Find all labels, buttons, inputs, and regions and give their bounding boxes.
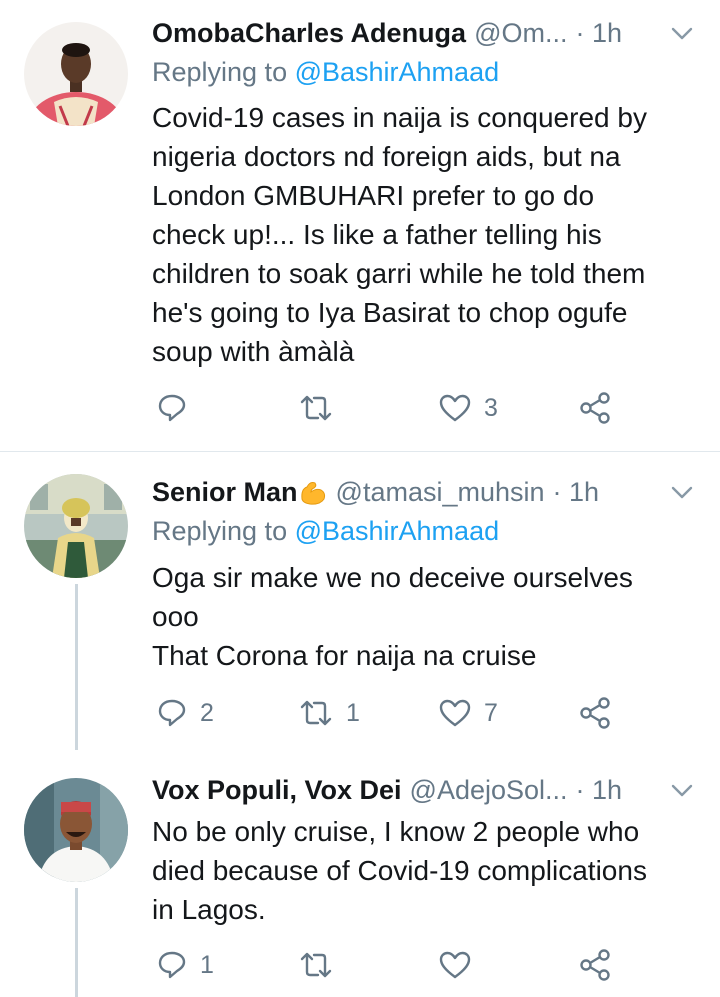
reply-icon bbox=[158, 951, 186, 979]
retweet-button[interactable] bbox=[298, 945, 346, 985]
share-icon bbox=[580, 949, 610, 981]
reply-count: 2 bbox=[200, 698, 214, 727]
retweet-button[interactable] bbox=[298, 388, 346, 428]
like-icon bbox=[439, 394, 471, 422]
retweet-icon bbox=[300, 700, 332, 726]
reply-icon bbox=[158, 699, 186, 727]
share-button[interactable] bbox=[578, 388, 612, 428]
display-name[interactable]: Vox Populi, Vox Dei bbox=[152, 775, 402, 806]
tweet-actions: 1 bbox=[152, 945, 622, 985]
like-count: 7 bbox=[484, 698, 498, 727]
timestamp[interactable]: · 1h bbox=[575, 18, 622, 49]
chevron-down-icon[interactable] bbox=[668, 478, 696, 506]
tweet-line: died because of Covid-19 complications bbox=[152, 855, 647, 886]
tweet-text: No be only cruise, I know 2 people who d… bbox=[152, 812, 697, 929]
tweet-line: soup with àmàlà bbox=[152, 336, 355, 367]
reply-button[interactable]: 1 bbox=[156, 945, 214, 985]
flexed-biceps-emoji bbox=[300, 482, 325, 505]
avatar[interactable] bbox=[24, 778, 128, 882]
timestamp[interactable]: · 1h bbox=[576, 775, 623, 806]
reply-button[interactable]: 2 bbox=[156, 693, 214, 733]
retweet-icon bbox=[300, 395, 332, 421]
tweet-line: nigeria doctors nd foreign aids, but na bbox=[152, 141, 621, 172]
display-name[interactable]: Senior Man bbox=[152, 477, 298, 508]
mention-link[interactable]: @BashirAhmaad bbox=[295, 516, 500, 546]
chevron-down-icon[interactable] bbox=[668, 776, 696, 804]
retweet-button[interactable]: 1 bbox=[298, 693, 360, 733]
share-button[interactable] bbox=[578, 693, 612, 733]
tweet-line: he's going to Iya Basirat to chop ogufe bbox=[152, 297, 628, 328]
reply-button[interactable] bbox=[156, 388, 200, 428]
tweet-actions: 2 1 7 bbox=[152, 693, 622, 733]
like-button[interactable] bbox=[438, 945, 484, 985]
replying-to: Replying to @BashirAhmaad bbox=[152, 516, 500, 546]
avatar[interactable] bbox=[24, 474, 128, 578]
tweet-line: children to soak garri while he told the… bbox=[152, 258, 646, 289]
tweet-2[interactable]: Senior Man @tamasi_muhsin · 1h Replying … bbox=[0, 452, 720, 752]
reply-count: 1 bbox=[200, 950, 214, 979]
handle[interactable]: @tamasi_muhsin bbox=[336, 477, 545, 508]
retweet-icon bbox=[300, 952, 332, 978]
tweet-line: No be only cruise, I know 2 people who bbox=[152, 816, 640, 847]
like-button[interactable]: 7 bbox=[438, 693, 498, 733]
handle[interactable]: @Om... bbox=[474, 18, 567, 49]
like-button[interactable]: 3 bbox=[438, 388, 498, 428]
tweet-line: in Lagos. bbox=[152, 894, 266, 925]
retweet-count: 1 bbox=[346, 698, 360, 727]
tweet-line: London GMBUHARI prefer to go do bbox=[152, 180, 595, 211]
tweet-line: That Corona for naija na cruise bbox=[152, 640, 537, 671]
replying-to: Replying to @BashirAhmaad bbox=[152, 57, 500, 87]
share-button[interactable] bbox=[578, 945, 612, 985]
avatar[interactable] bbox=[24, 22, 128, 126]
tweet-3[interactable]: Vox Populi, Vox Dei @AdejoSol... · 1h No… bbox=[0, 752, 720, 997]
tweet-actions: 3 bbox=[152, 388, 622, 428]
chevron-down-icon[interactable] bbox=[668, 19, 696, 47]
like-icon bbox=[439, 951, 471, 979]
like-count: 3 bbox=[484, 393, 498, 422]
tweet-line: ooo bbox=[152, 601, 199, 632]
timestamp[interactable]: · 1h bbox=[553, 477, 600, 508]
tweet-1[interactable]: OmobaCharles Adenuga @Om... · 1h Replyin… bbox=[0, 0, 720, 450]
share-icon bbox=[580, 697, 610, 729]
tweet-text: Covid-19 cases in naija is conquered by … bbox=[152, 98, 697, 371]
reply-icon bbox=[158, 394, 186, 422]
mention-link[interactable]: @BashirAhmaad bbox=[295, 57, 500, 87]
tweet-line: Oga sir make we no deceive ourselves bbox=[152, 562, 633, 593]
share-icon bbox=[580, 392, 610, 424]
tweet-line: Covid-19 cases in naija is conquered by bbox=[152, 102, 647, 133]
handle[interactable]: @AdejoSol... bbox=[410, 775, 568, 806]
display-name[interactable]: OmobaCharles Adenuga bbox=[152, 18, 466, 49]
tweet-text: Oga sir make we no deceive ourselves ooo… bbox=[152, 558, 697, 675]
like-icon bbox=[439, 699, 471, 727]
tweet-line: check up!... Is like a father telling hi… bbox=[152, 219, 602, 250]
